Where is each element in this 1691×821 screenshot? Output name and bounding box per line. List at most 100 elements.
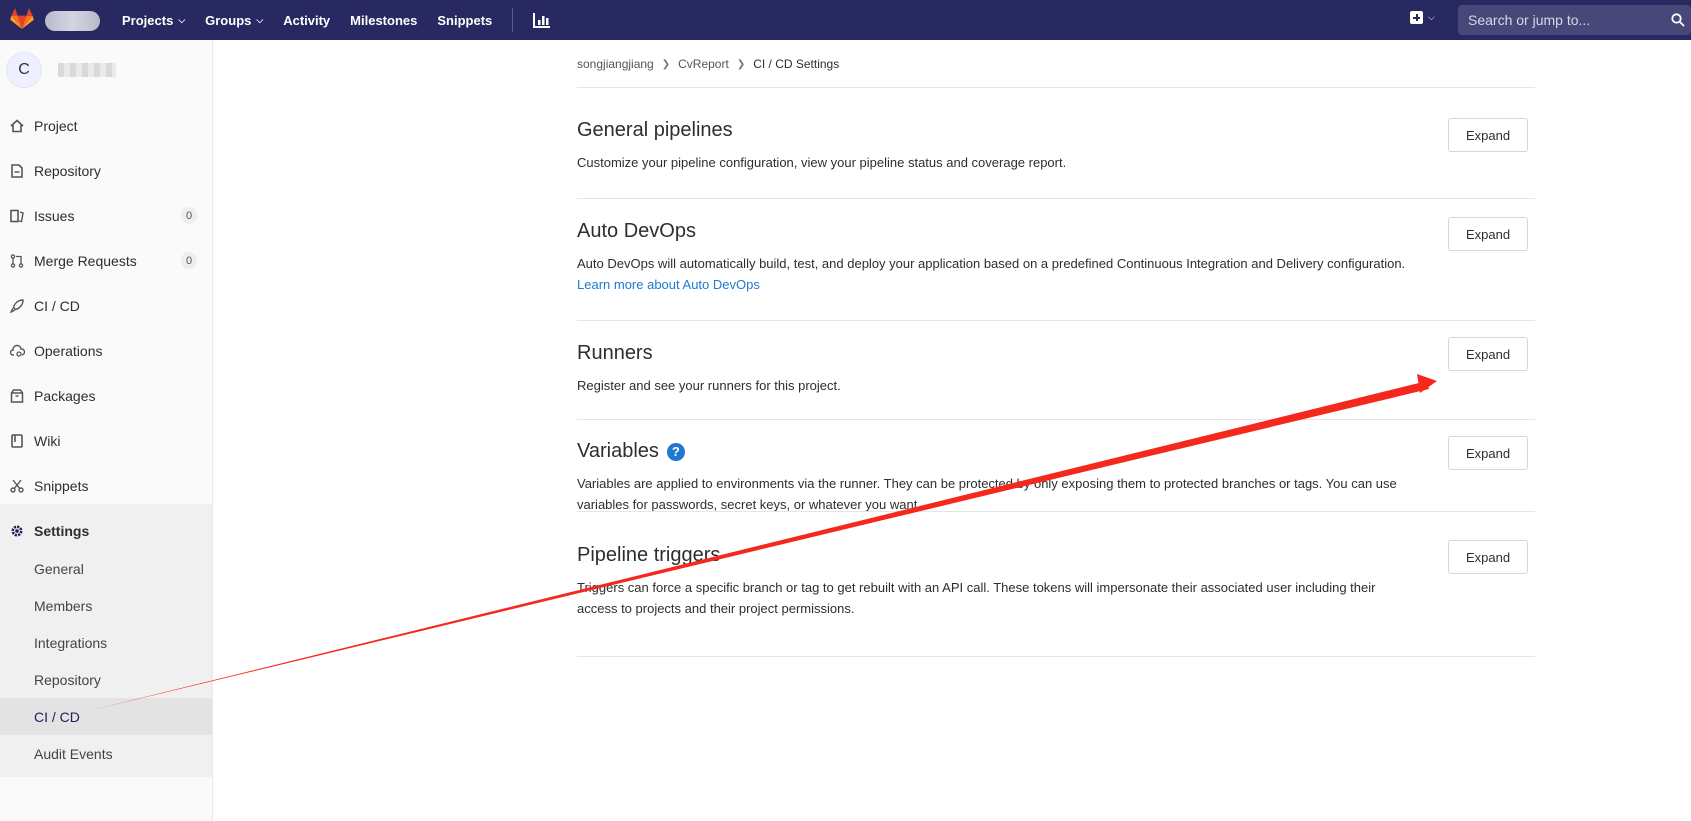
expand-button[interactable]: Expand [1448, 118, 1528, 152]
section-description: Register and see your runners for this p… [577, 378, 841, 393]
nav-groups-label: Groups [205, 12, 252, 28]
issues-count-badge: 0 [181, 207, 197, 224]
section-variables: Variables ? Variables are applied to env… [577, 436, 1535, 515]
breadcrumb-user[interactable]: songjiangjiang [577, 57, 654, 71]
breadcrumb-project[interactable]: CvReport [678, 57, 729, 71]
sidebar-item-label: CI / CD [34, 297, 80, 314]
project-header[interactable]: C [6, 52, 116, 88]
section-runners: Runners Register and see your runners fo… [577, 337, 1535, 420]
breadcrumb-divider [577, 87, 1535, 88]
settings-sub-audit-events[interactable]: Audit Events [0, 735, 212, 772]
section-title: General pipelines [577, 119, 733, 141]
user-brand-blurred [45, 11, 100, 31]
sidebar-item-project[interactable]: Project [0, 103, 212, 148]
sidebar-item-ci-cd[interactable]: CI / CD [0, 283, 212, 328]
breadcrumb-current[interactable]: CI / CD Settings [753, 57, 839, 71]
home-icon [9, 118, 25, 134]
nav-groups[interactable]: Groups ⌵ [205, 13, 263, 28]
section-title: Pipeline triggers [577, 544, 721, 566]
section-title: Auto DevOps [577, 220, 696, 242]
sidebar-item-packages[interactable]: Packages [0, 373, 212, 418]
section-divider [577, 656, 1535, 657]
settings-sub-general[interactable]: General [0, 550, 212, 587]
gitlab-logo-icon[interactable] [10, 8, 34, 30]
chevron-down-icon: ⌵ [1428, 12, 1435, 22]
nav-projects-label: Projects [122, 12, 174, 28]
section-divider [577, 419, 1535, 420]
sidebar-item-label: Merge Requests [34, 252, 137, 269]
settings-sub-members[interactable]: Members [0, 587, 212, 624]
sidebar-item-snippets[interactable]: Snippets [0, 463, 212, 508]
sidebar-item-settings[interactable]: Settings [0, 508, 212, 553]
cloud-gear-icon [9, 343, 25, 359]
chevron-right-icon: ❯ [661, 58, 671, 70]
gear-icon [9, 523, 25, 539]
section-general-pipelines: General pipelines Customize your pipelin… [577, 118, 1535, 199]
sidebar-item-repository[interactable]: Repository [0, 148, 212, 193]
merge-requests-count-badge: 0 [181, 252, 197, 269]
section-divider [577, 511, 1535, 512]
nav-milestones[interactable]: Milestones [350, 13, 417, 28]
section-description: Variables are applied to environments vi… [577, 476, 1397, 512]
section-divider [577, 320, 1535, 321]
chart-icon[interactable] [533, 12, 551, 28]
section-divider [577, 198, 1535, 199]
section-title-text: Variables [577, 440, 659, 462]
nav-activity[interactable]: Activity [283, 13, 330, 28]
project-avatar: C [6, 52, 42, 88]
sidebar-item-label: Snippets [34, 477, 89, 494]
nav-activity-label: Activity [283, 12, 331, 28]
sidebar-item-label: Operations [34, 342, 103, 359]
sidebar-item-operations[interactable]: Operations [0, 328, 212, 373]
rocket-icon [9, 298, 25, 314]
nav-milestones-label: Milestones [350, 12, 418, 28]
new-item-dropdown[interactable]: ⌵ [1410, 11, 1435, 24]
merge-icon [9, 253, 25, 269]
doc-icon [9, 163, 25, 179]
section-description: Auto DevOps will automatically build, te… [577, 253, 1417, 295]
plus-square-icon [1410, 11, 1423, 24]
section-description: Triggers can force a specific branch or … [577, 580, 1376, 616]
settings-sub-ci-cd[interactable]: CI / CD [0, 698, 212, 735]
settings-section: Settings General Members Integrations Re… [0, 504, 212, 777]
settings-sub-repository[interactable]: Repository [0, 661, 212, 698]
section-description: Customize your pipeline configuration, v… [577, 155, 1067, 170]
scissors-icon [9, 478, 25, 494]
sidebar-item-issues[interactable]: Issues 0 [0, 193, 212, 238]
search-input[interactable] [1468, 12, 1663, 28]
expand-button[interactable]: Expand [1448, 540, 1528, 574]
chevron-down-icon: ⌵ [178, 14, 186, 25]
sidebar-item-merge-requests[interactable]: Merge Requests 0 [0, 238, 212, 283]
learn-more-link[interactable]: Learn more about Auto DevOps [577, 277, 760, 292]
chevron-down-icon: ⌵ [256, 14, 264, 25]
search-box [1458, 5, 1691, 35]
nav-divider [512, 8, 514, 32]
issues-icon [9, 208, 25, 224]
search-icon[interactable] [1671, 13, 1685, 27]
expand-button[interactable]: Expand [1448, 217, 1528, 251]
sidebar-item-label: Wiki [34, 432, 61, 449]
expand-button[interactable]: Expand [1448, 436, 1528, 470]
section-title: Variables ? [577, 440, 1535, 463]
book-icon [9, 433, 25, 449]
sidebar-item-label: Settings [34, 522, 90, 539]
question-circle-icon[interactable]: ? [666, 442, 685, 461]
sidebar-item-label: Repository [34, 162, 101, 179]
nav-projects[interactable]: Projects ⌵ [122, 13, 185, 28]
section-auto-devops: Auto DevOps Auto DevOps will automatical… [577, 217, 1535, 321]
expand-button[interactable]: Expand [1448, 337, 1528, 371]
project-name-blurred [58, 63, 116, 77]
top-navbar: Projects ⌵ Groups ⌵ Activity Milestones … [0, 0, 1691, 40]
top-nav-links: Projects ⌵ Groups ⌵ Activity Milestones … [122, 0, 551, 40]
section-pipeline-triggers: Pipeline triggers Triggers can force a s… [577, 540, 1535, 657]
nav-snippets-label: Snippets [437, 12, 493, 28]
breadcrumb: songjiangjiang ❯ CvReport ❯ CI / CD Sett… [577, 57, 839, 71]
settings-sub-integrations[interactable]: Integrations [0, 624, 212, 661]
sidebar-item-wiki[interactable]: Wiki [0, 418, 212, 463]
package-icon [9, 388, 25, 404]
description-text: Auto DevOps will automatically build, te… [577, 256, 1406, 271]
sidebar-item-label: Project [34, 117, 78, 134]
sidebar-item-label: Issues [34, 207, 75, 224]
project-sidebar: C Project Repository Issues 0 Merge Requ… [0, 40, 213, 821]
nav-snippets[interactable]: Snippets [437, 13, 492, 28]
